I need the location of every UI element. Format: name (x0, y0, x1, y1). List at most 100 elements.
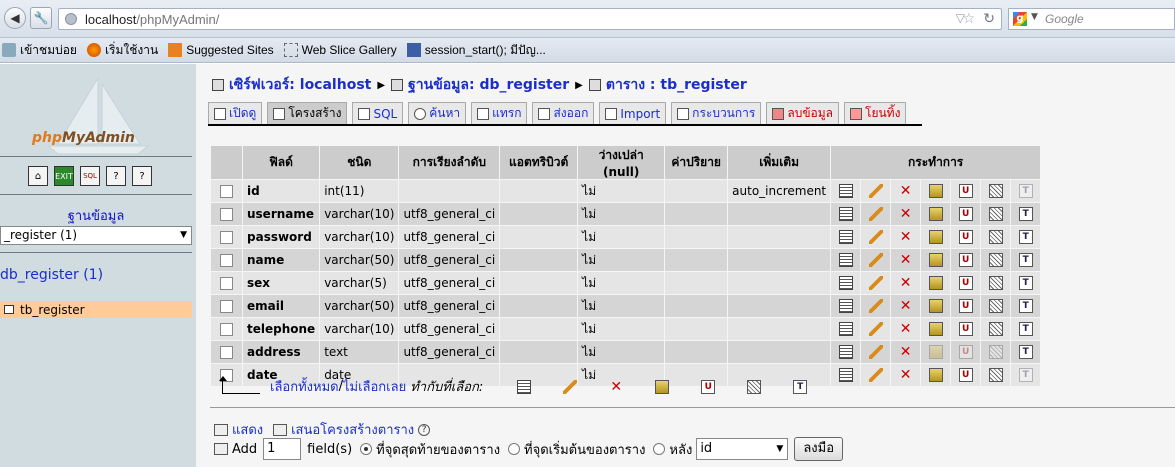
row-checkbox[interactable] (220, 231, 233, 244)
row-checkbox[interactable] (220, 185, 233, 198)
primary-key-icon[interactable] (928, 184, 943, 199)
breadcrumb-database[interactable]: ฐานข้อมูล: db_register (408, 74, 569, 96)
tab-drop[interactable]: โยนทิ้ง (844, 102, 907, 124)
unique-icon[interactable]: U (958, 345, 973, 360)
index-icon[interactable] (988, 299, 1003, 314)
browse-values-icon[interactable] (838, 368, 853, 383)
tab-insert[interactable]: แทรก (471, 102, 528, 124)
unique-icon[interactable]: U (958, 230, 973, 245)
docs-icon[interactable]: ? (132, 166, 152, 186)
go-button[interactable]: ลงมือ (794, 437, 844, 461)
breadcrumb-table[interactable]: ตาราง : tb_register (606, 74, 747, 96)
tab-empty[interactable]: ลบข้อมูล (766, 102, 839, 124)
phpmyadmin-logo-text[interactable]: phpMyAdmin (32, 130, 135, 146)
bookmark-suggested-sites[interactable]: Suggested Sites (168, 43, 274, 57)
at-end-label[interactable]: ที่จุดสุดท้ายของตาราง (376, 439, 500, 460)
edit-pencil-icon[interactable] (868, 207, 883, 222)
row-checkbox[interactable] (220, 208, 233, 221)
row-checkbox[interactable] (220, 300, 233, 313)
primary-key-icon[interactable] (655, 379, 670, 394)
unique-icon[interactable]: U (958, 322, 973, 337)
edit-pencil-icon[interactable] (868, 299, 883, 314)
fulltext-icon[interactable]: T (1018, 184, 1033, 199)
primary-key-icon[interactable] (928, 299, 943, 314)
unique-icon[interactable]: U (701, 379, 716, 394)
index-icon[interactable] (988, 207, 1003, 222)
edit-pencil-icon[interactable] (868, 230, 883, 245)
radio-at-end[interactable] (360, 443, 373, 455)
delete-x-icon[interactable]: ✕ (609, 380, 623, 394)
radio-after[interactable] (653, 443, 666, 455)
fulltext-icon[interactable]: T (1018, 368, 1033, 383)
browse-values-icon[interactable] (838, 207, 853, 222)
index-icon[interactable] (988, 345, 1003, 360)
fulltext-icon[interactable]: T (793, 379, 808, 394)
bookmark-web-slice[interactable]: Web Slice Gallery (283, 43, 397, 57)
edit-pencil-icon[interactable] (563, 379, 578, 394)
primary-key-icon[interactable] (928, 322, 943, 337)
browse-values-icon[interactable] (838, 276, 853, 291)
index-icon[interactable] (988, 184, 1003, 199)
radio-at-beginning[interactable] (508, 443, 521, 455)
index-icon[interactable] (988, 368, 1003, 383)
tab-structure[interactable]: โครงสร้าง (267, 102, 348, 124)
bookmark-session-start[interactable]: session_start(); มีปัญ... (406, 41, 546, 60)
browse-values-icon[interactable] (838, 299, 853, 314)
browse-values-icon[interactable] (838, 253, 853, 268)
delete-x-icon[interactable]: ✕ (899, 345, 913, 359)
fulltext-icon[interactable]: T (1018, 230, 1033, 245)
delete-x-icon[interactable]: ✕ (899, 299, 913, 313)
primary-key-icon[interactable] (928, 253, 943, 268)
sidebar-item-tb-register[interactable]: tb_register (0, 301, 192, 318)
browse-icon[interactable] (517, 379, 532, 394)
exit-icon[interactable]: EXIT (54, 166, 74, 186)
tab-sql[interactable]: SQL (352, 102, 404, 124)
tools-icon[interactable]: 🔧 (30, 7, 52, 29)
unique-icon[interactable]: U (958, 207, 973, 222)
index-icon[interactable] (747, 379, 762, 394)
google-icon[interactable]: g (1013, 12, 1027, 26)
delete-x-icon[interactable]: ✕ (899, 322, 913, 336)
bookmark-most-visited[interactable]: เข้าชมบ่อย (2, 41, 77, 60)
row-checkbox[interactable] (220, 323, 233, 336)
at-beginning-label[interactable]: ที่จุดเริ่มต้นของตาราง (524, 439, 645, 460)
delete-x-icon[interactable]: ✕ (899, 368, 913, 382)
check-all-link[interactable]: เลือกทั้งหมด (270, 376, 339, 397)
primary-key-icon[interactable] (928, 368, 943, 383)
index-icon[interactable] (988, 253, 1003, 268)
fulltext-icon[interactable]: T (1018, 322, 1033, 337)
fulltext-icon[interactable]: T (1018, 253, 1033, 268)
bookmark-star-icon[interactable]: ☆ (962, 11, 975, 27)
edit-pencil-icon[interactable] (868, 345, 883, 360)
delete-x-icon[interactable]: ✕ (899, 207, 913, 221)
tab-browse[interactable]: เปิดดู (208, 102, 263, 124)
fulltext-icon[interactable]: T (1018, 299, 1033, 314)
unique-icon[interactable]: U (958, 299, 973, 314)
browse-values-icon[interactable] (838, 230, 853, 245)
edit-pencil-icon[interactable] (868, 368, 883, 383)
unique-icon[interactable]: U (958, 276, 973, 291)
primary-key-icon[interactable] (928, 230, 943, 245)
query-window-icon[interactable]: ? (106, 166, 126, 186)
reload-icon[interactable]: ↻ (983, 11, 995, 27)
primary-key-icon[interactable] (928, 276, 943, 291)
tab-operations[interactable]: กระบวนการ (671, 102, 762, 124)
fulltext-icon[interactable]: T (1018, 276, 1033, 291)
index-icon[interactable] (988, 230, 1003, 245)
index-icon[interactable] (988, 322, 1003, 337)
tab-export[interactable]: ส่งออก (532, 102, 595, 124)
address-bar[interactable]: localhost/phpMyAdmin/ ▽ ☆ ↻ (58, 8, 1002, 30)
delete-x-icon[interactable]: ✕ (899, 230, 913, 244)
unique-icon[interactable]: U (958, 184, 973, 199)
delete-x-icon[interactable]: ✕ (899, 184, 913, 198)
fulltext-icon[interactable]: T (1018, 345, 1033, 360)
database-select[interactable]: _register (1) ▼ (0, 226, 192, 245)
delete-x-icon[interactable]: ✕ (899, 276, 913, 290)
sql-icon[interactable]: SQL (80, 166, 100, 186)
delete-x-icon[interactable]: ✕ (899, 253, 913, 267)
chevron-down-icon[interactable]: ▼ (1031, 12, 1038, 22)
edit-pencil-icon[interactable] (868, 253, 883, 268)
uncheck-all-link[interactable]: ไม่เลือกเลย (343, 376, 406, 397)
after-field-select[interactable]: id ▼ (696, 438, 789, 460)
index-icon[interactable] (988, 276, 1003, 291)
